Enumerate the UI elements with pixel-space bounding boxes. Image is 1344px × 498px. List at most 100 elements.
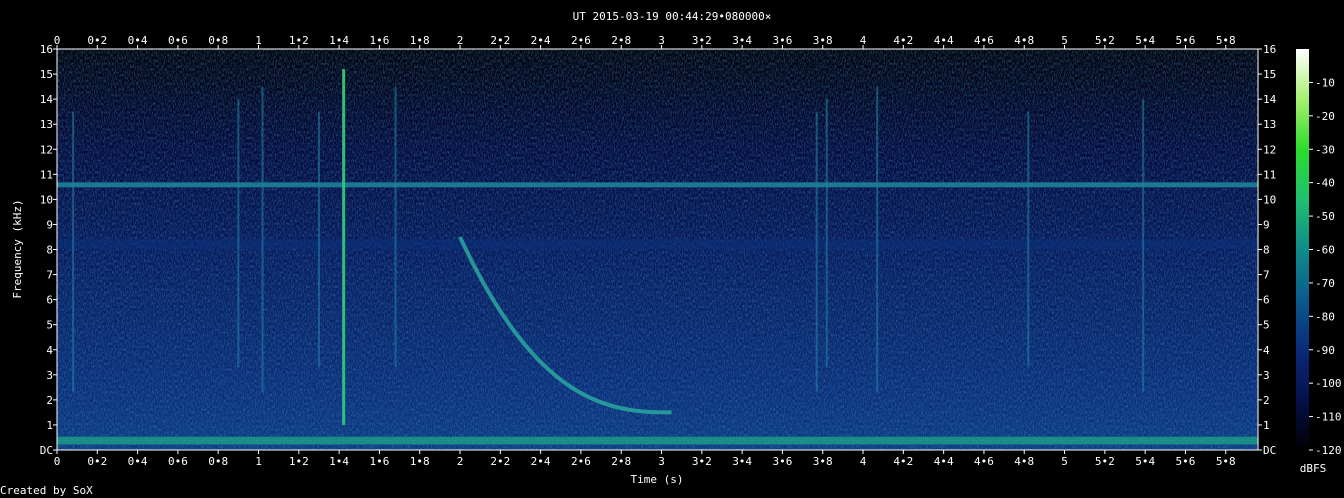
colorbar-tick-label: -40 bbox=[1315, 177, 1335, 190]
x-tick-label-bottom: 5 bbox=[1061, 455, 1068, 468]
x-tick-label-bottom: 3•4 bbox=[732, 455, 752, 468]
x-tick-label-bottom: 1•6 bbox=[369, 455, 389, 468]
plot-area bbox=[57, 49, 1258, 450]
y-tick-label-right: 10 bbox=[1263, 193, 1276, 206]
x-tick-label-bottom: 0 bbox=[54, 455, 61, 468]
colorbar-tick-label: -120 bbox=[1315, 444, 1342, 457]
x-tick-label-bottom: 4•2 bbox=[893, 455, 913, 468]
y-tick-label-right: 11 bbox=[1263, 168, 1276, 181]
y-tick-label-right: 16 bbox=[1263, 43, 1276, 56]
x-tick-label-bottom: 0•2 bbox=[87, 455, 107, 468]
y-tick-label-left: 2 bbox=[46, 394, 53, 407]
x-tick-label-top: 5•4 bbox=[1135, 34, 1155, 47]
y-tick-label-right: 9 bbox=[1263, 218, 1270, 231]
sferic-line bbox=[261, 86, 264, 393]
y-tick-label-right: 8 bbox=[1263, 244, 1270, 257]
x-tick-label-top: 0•6 bbox=[168, 34, 188, 47]
sferic-line bbox=[815, 111, 818, 393]
x-tick-label-bottom: 1•8 bbox=[410, 455, 430, 468]
y-tick-label-left: 4 bbox=[46, 344, 53, 357]
x-tick-label-top: 0 bbox=[54, 34, 61, 47]
y-tick-label-left: DC bbox=[40, 444, 53, 457]
x-tick-label-top: 3 bbox=[658, 34, 665, 47]
band-8khz bbox=[57, 239, 1258, 250]
colorbar-tick-label: -100 bbox=[1315, 377, 1342, 390]
y-tick-label-right: 5 bbox=[1263, 319, 1270, 332]
sferic-line bbox=[317, 111, 320, 368]
y-tick-label-left: 6 bbox=[46, 294, 53, 307]
x-tick-label-top: 3•8 bbox=[813, 34, 833, 47]
colorbar-tick-label: -10 bbox=[1315, 76, 1335, 89]
x-tick-label-bottom: 3•2 bbox=[692, 455, 712, 468]
x-tick-label-top: 3•2 bbox=[692, 34, 712, 47]
x-tick-label-bottom: 5•4 bbox=[1135, 455, 1155, 468]
x-tick-label-top: 1 bbox=[255, 34, 262, 47]
x-tick-label-top: 2•8 bbox=[611, 34, 631, 47]
x-tick-label-top: 4•2 bbox=[893, 34, 913, 47]
x-tick-label-top: 1•2 bbox=[289, 34, 309, 47]
x-tick-label-top: 5•6 bbox=[1176, 34, 1196, 47]
x-tick-label-bottom: 3•6 bbox=[772, 455, 792, 468]
x-tick-label-top: 0•2 bbox=[87, 34, 107, 47]
credit-text: Created by SoX bbox=[0, 484, 93, 497]
colorbar bbox=[1296, 49, 1309, 450]
y-tick-label-left: 16 bbox=[40, 43, 53, 56]
x-tick-label-bottom: 1•4 bbox=[329, 455, 349, 468]
x-tick-label-bottom: 3•8 bbox=[813, 455, 833, 468]
x-tick-label-bottom: 4•4 bbox=[934, 455, 954, 468]
colorbar-tick-label: -70 bbox=[1315, 277, 1335, 290]
x-tick-label-top: 0•4 bbox=[128, 34, 148, 47]
x-tick-label-top: 2 bbox=[457, 34, 464, 47]
colorbar-label: dBFS bbox=[1300, 462, 1327, 475]
y-tick-label-left: 14 bbox=[40, 93, 54, 106]
x-tick-label-top: 0•8 bbox=[208, 34, 228, 47]
x-tick-label-bottom: 0•4 bbox=[128, 455, 148, 468]
x-tick-label-bottom: 1 bbox=[255, 455, 262, 468]
x-tick-label-bottom: 5•2 bbox=[1095, 455, 1115, 468]
x-tick-label-bottom: 1•2 bbox=[289, 455, 309, 468]
sferic-line bbox=[237, 99, 240, 368]
colorbar-tick-label: -60 bbox=[1315, 244, 1335, 257]
y-tick-label-left: 13 bbox=[40, 118, 53, 131]
x-tick-label-bottom: 2•6 bbox=[571, 455, 591, 468]
colorbar-tick-label: -20 bbox=[1315, 110, 1335, 123]
y-tick-label-right: 6 bbox=[1263, 294, 1270, 307]
colorbar-tick-label: -110 bbox=[1315, 411, 1342, 424]
x-tick-label-bottom: 5•6 bbox=[1176, 455, 1196, 468]
y-tick-label-left: 7 bbox=[46, 269, 53, 282]
x-tick-label-bottom: 4•8 bbox=[1014, 455, 1034, 468]
colorbar-tick-label: -80 bbox=[1315, 310, 1335, 323]
x-tick-label-top: 4•6 bbox=[974, 34, 994, 47]
y-tick-label-right: 12 bbox=[1263, 143, 1276, 156]
y-tick-label-left: 8 bbox=[46, 244, 53, 257]
sferic-line bbox=[342, 69, 346, 425]
x-tick-label-top: 4•8 bbox=[1014, 34, 1034, 47]
x-tick-label-top: 1•6 bbox=[369, 34, 389, 47]
x-tick-label-bottom: 5•8 bbox=[1216, 455, 1236, 468]
y-tick-label-right: 13 bbox=[1263, 118, 1276, 131]
y-tick-label-right: 2 bbox=[1263, 394, 1270, 407]
x-tick-label-top: 2•4 bbox=[531, 34, 551, 47]
sferic-line bbox=[876, 86, 879, 393]
x-tick-label-bottom: 2•4 bbox=[531, 455, 551, 468]
y-tick-label-right: 1 bbox=[1263, 419, 1270, 432]
sferic-line bbox=[825, 99, 828, 368]
y-axis-label: Frequency (kHz) bbox=[11, 199, 24, 298]
y-tick-label-left: 1 bbox=[46, 419, 53, 432]
x-tick-label-top: 2•2 bbox=[490, 34, 510, 47]
y-tick-label-right: 4 bbox=[1263, 344, 1270, 357]
sferic-line bbox=[72, 111, 75, 393]
x-tick-label-top: 5 bbox=[1061, 34, 1068, 47]
y-tick-label-left: 9 bbox=[46, 218, 53, 231]
y-tick-label-right: DC bbox=[1263, 444, 1276, 457]
x-tick-label-top: 4 bbox=[860, 34, 867, 47]
sferic-line bbox=[1027, 111, 1030, 368]
x-tick-label-top: 2•6 bbox=[571, 34, 591, 47]
x-tick-label-top: 5•8 bbox=[1216, 34, 1236, 47]
y-tick-label-right: 14 bbox=[1263, 93, 1277, 106]
x-tick-label-top: 1•8 bbox=[410, 34, 430, 47]
y-tick-label-left: 3 bbox=[46, 369, 53, 382]
colorbar-tick-label: -50 bbox=[1315, 210, 1335, 223]
x-tick-label-top: 4•4 bbox=[934, 34, 954, 47]
y-tick-label-left: 11 bbox=[40, 168, 53, 181]
